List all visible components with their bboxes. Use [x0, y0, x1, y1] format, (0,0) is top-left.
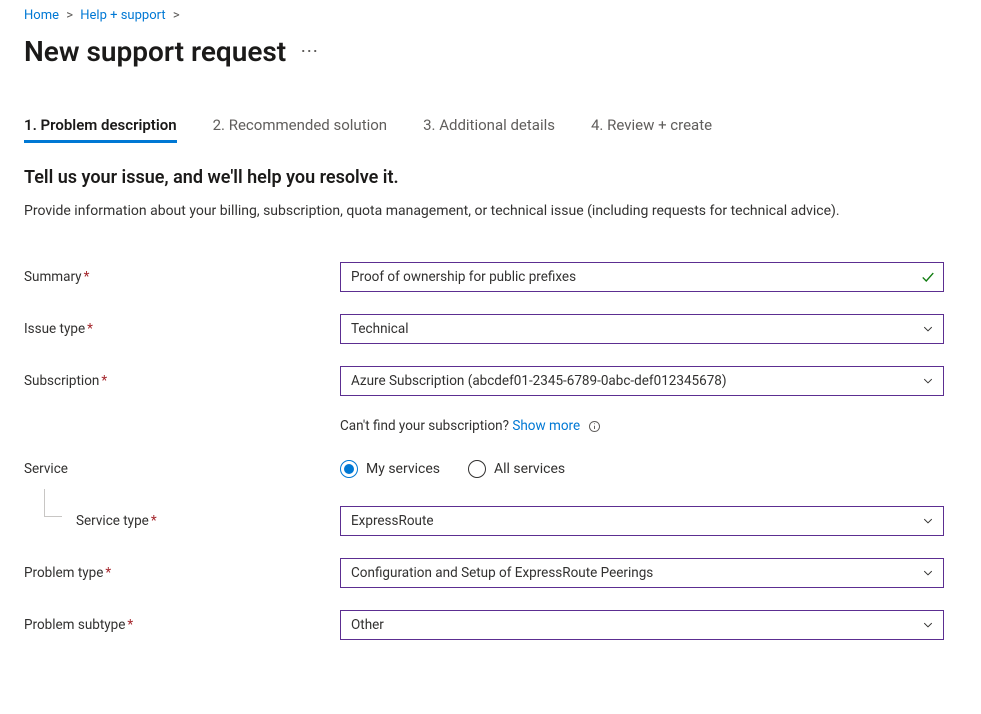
section-description: Provide information about your billing, … [24, 202, 954, 222]
subscription-value: Azure Subscription (abcdef01-2345-6789-0… [351, 373, 727, 389]
label-problem-subtype: Problem subtype* [24, 617, 340, 633]
show-more-link[interactable]: Show more [512, 418, 580, 434]
required-indicator: * [127, 617, 133, 633]
check-icon [921, 270, 935, 284]
problem-subtype-select[interactable]: Other [340, 610, 944, 640]
row-issue-type: Issue type* Technical [24, 314, 957, 344]
label-service-type: Service type* [24, 513, 340, 529]
required-indicator: * [101, 373, 107, 389]
radio-my-services[interactable]: My services [340, 460, 440, 478]
breadcrumb-home[interactable]: Home [24, 8, 59, 23]
tab-recommended-solution[interactable]: 2. Recommended solution [213, 116, 387, 143]
breadcrumb-help-support[interactable]: Help + support [80, 8, 165, 23]
chevron-down-icon [921, 514, 935, 528]
row-service: Service My services All services [24, 454, 957, 484]
problem-subtype-value: Other [351, 617, 384, 633]
problem-type-select[interactable]: Configuration and Setup of ExpressRoute … [340, 558, 944, 588]
row-problem-subtype: Problem subtype* Other [24, 610, 957, 640]
section-heading: Tell us your issue, and we'll help you r… [24, 167, 957, 188]
page-title: New support request [24, 35, 286, 68]
row-service-type: Service type* ExpressRoute [24, 506, 957, 536]
tab-additional-details[interactable]: 3. Additional details [423, 116, 555, 143]
tab-problem-description[interactable]: 1. Problem description [24, 116, 177, 143]
radio-my-services-label: My services [366, 461, 440, 477]
required-indicator: * [87, 321, 93, 337]
radio-circle [468, 460, 486, 478]
required-indicator: * [105, 565, 111, 581]
required-indicator: * [151, 513, 157, 529]
radio-circle-checked [340, 460, 358, 478]
summary-input[interactable] [340, 262, 944, 292]
title-row: New support request ⋯ [24, 35, 957, 68]
chevron-down-icon [921, 374, 935, 388]
breadcrumb: Home > Help + support > [24, 8, 957, 23]
row-problem-type: Problem type* Configuration and Setup of… [24, 558, 957, 588]
breadcrumb-sep: > [173, 8, 180, 23]
service-type-value: ExpressRoute [351, 513, 434, 529]
chevron-down-icon [921, 322, 935, 336]
chevron-down-icon [921, 618, 935, 632]
label-service: Service [24, 461, 340, 477]
breadcrumb-sep: > [66, 8, 73, 23]
wizard-tabs: 1. Problem description 2. Recommended so… [24, 116, 957, 143]
summary-input-field[interactable] [351, 269, 911, 285]
tab-review-create[interactable]: 4. Review + create [591, 116, 712, 143]
service-radio-group: My services All services [340, 460, 944, 478]
info-icon[interactable] [588, 420, 601, 433]
issue-type-value: Technical [351, 321, 409, 337]
tree-connector-icon [44, 489, 62, 517]
label-subscription: Subscription* [24, 373, 340, 389]
row-summary: Summary* [24, 262, 957, 292]
subscription-select[interactable]: Azure Subscription (abcdef01-2345-6789-0… [340, 366, 944, 396]
problem-type-value: Configuration and Setup of ExpressRoute … [351, 565, 653, 581]
more-icon[interactable]: ⋯ [300, 41, 319, 62]
service-type-select[interactable]: ExpressRoute [340, 506, 944, 536]
row-subscription-helper: Can't find your subscription? Show more [24, 418, 957, 434]
issue-type-select[interactable]: Technical [340, 314, 944, 344]
label-problem-type: Problem type* [24, 565, 340, 581]
label-issue-type: Issue type* [24, 321, 340, 337]
chevron-down-icon [921, 566, 935, 580]
radio-all-services[interactable]: All services [468, 460, 565, 478]
radio-all-services-label: All services [494, 461, 565, 477]
subscription-helper-text: Can't find your subscription? Show more [340, 418, 601, 434]
row-subscription: Subscription* Azure Subscription (abcdef… [24, 366, 957, 396]
required-indicator: * [84, 269, 90, 285]
label-summary: Summary* [24, 269, 340, 285]
